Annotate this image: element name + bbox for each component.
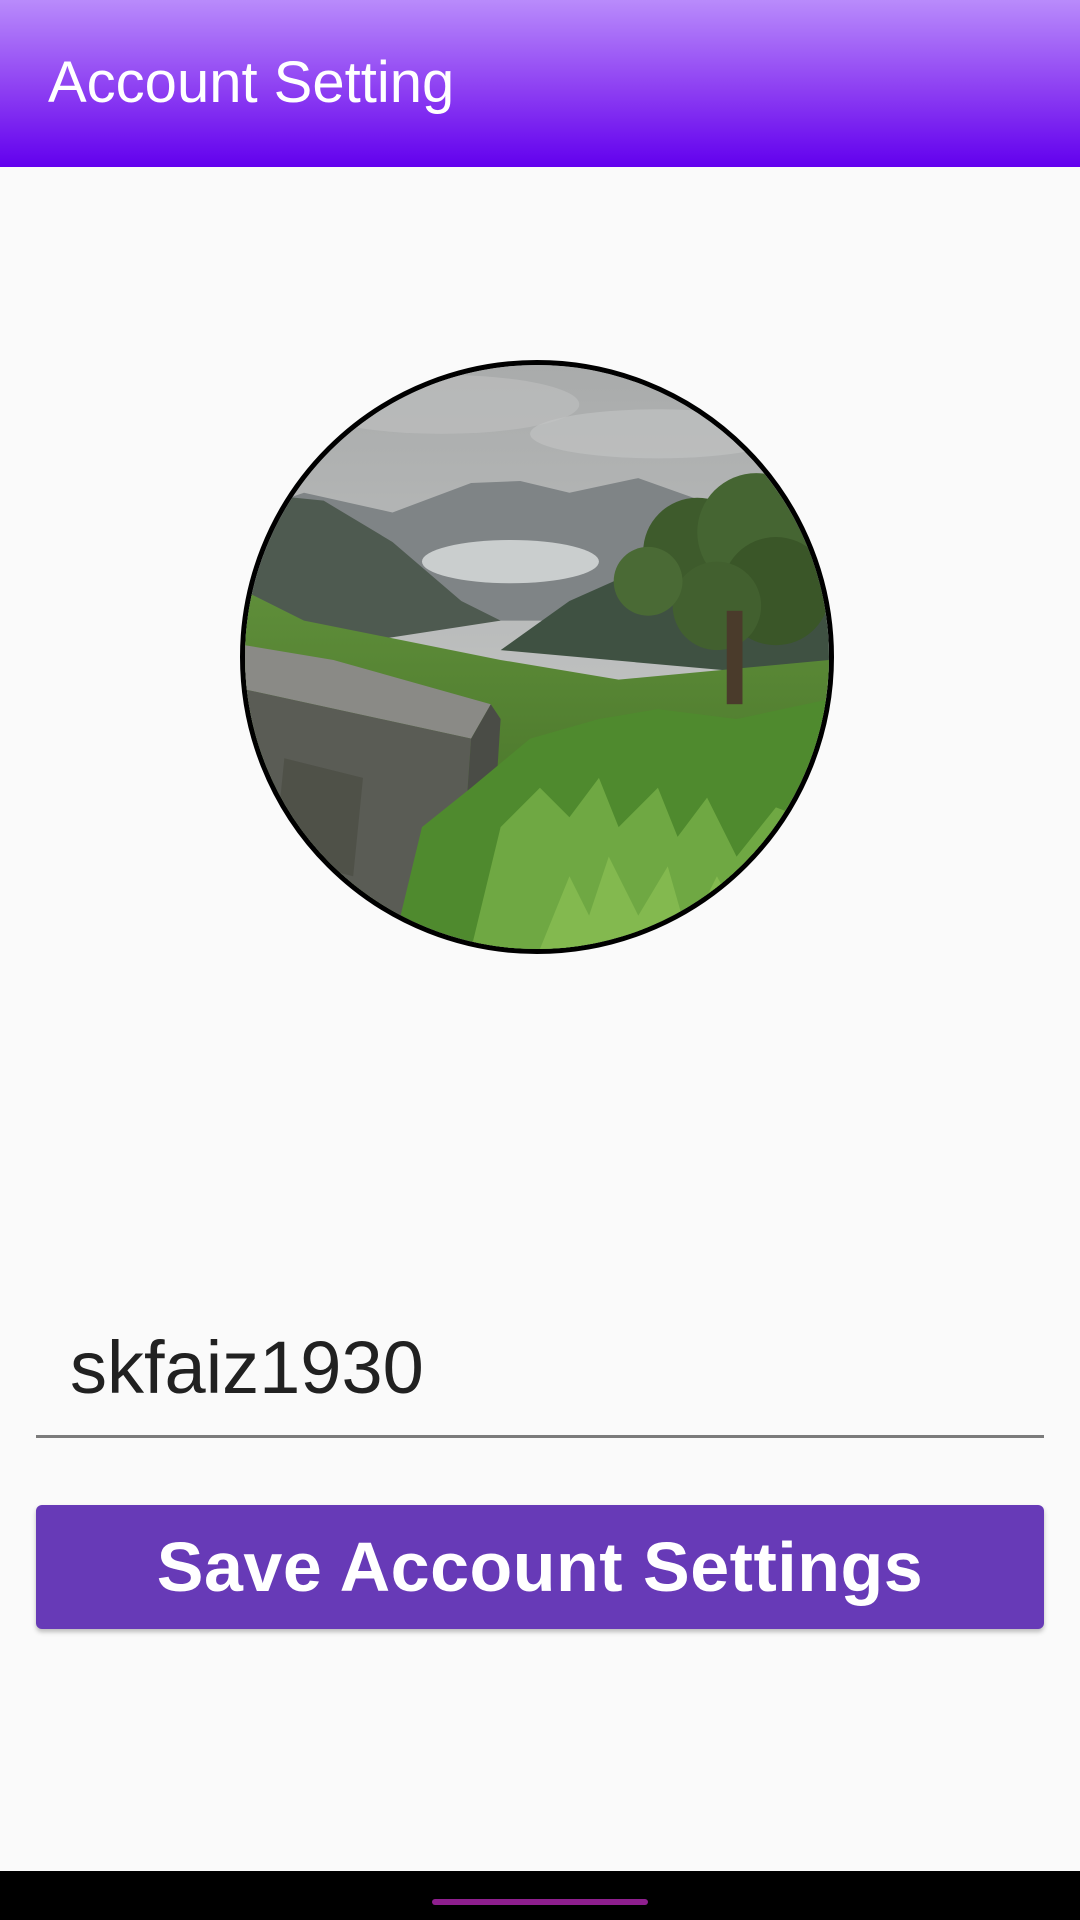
profile-avatar[interactable] <box>240 360 834 954</box>
home-gesture-handle[interactable] <box>432 1899 648 1905</box>
system-navigation-bar <box>0 1871 1080 1920</box>
app-bar: Account Setting <box>0 0 1080 167</box>
save-account-settings-button[interactable]: Save Account Settings <box>36 1505 1044 1629</box>
account-setting-screen: Account Setting skfaiz1930 Save Account … <box>0 0 1080 1920</box>
username-input[interactable] <box>36 1300 1044 1438</box>
app-title: Account Setting <box>48 50 455 115</box>
landscape-image <box>245 365 829 949</box>
